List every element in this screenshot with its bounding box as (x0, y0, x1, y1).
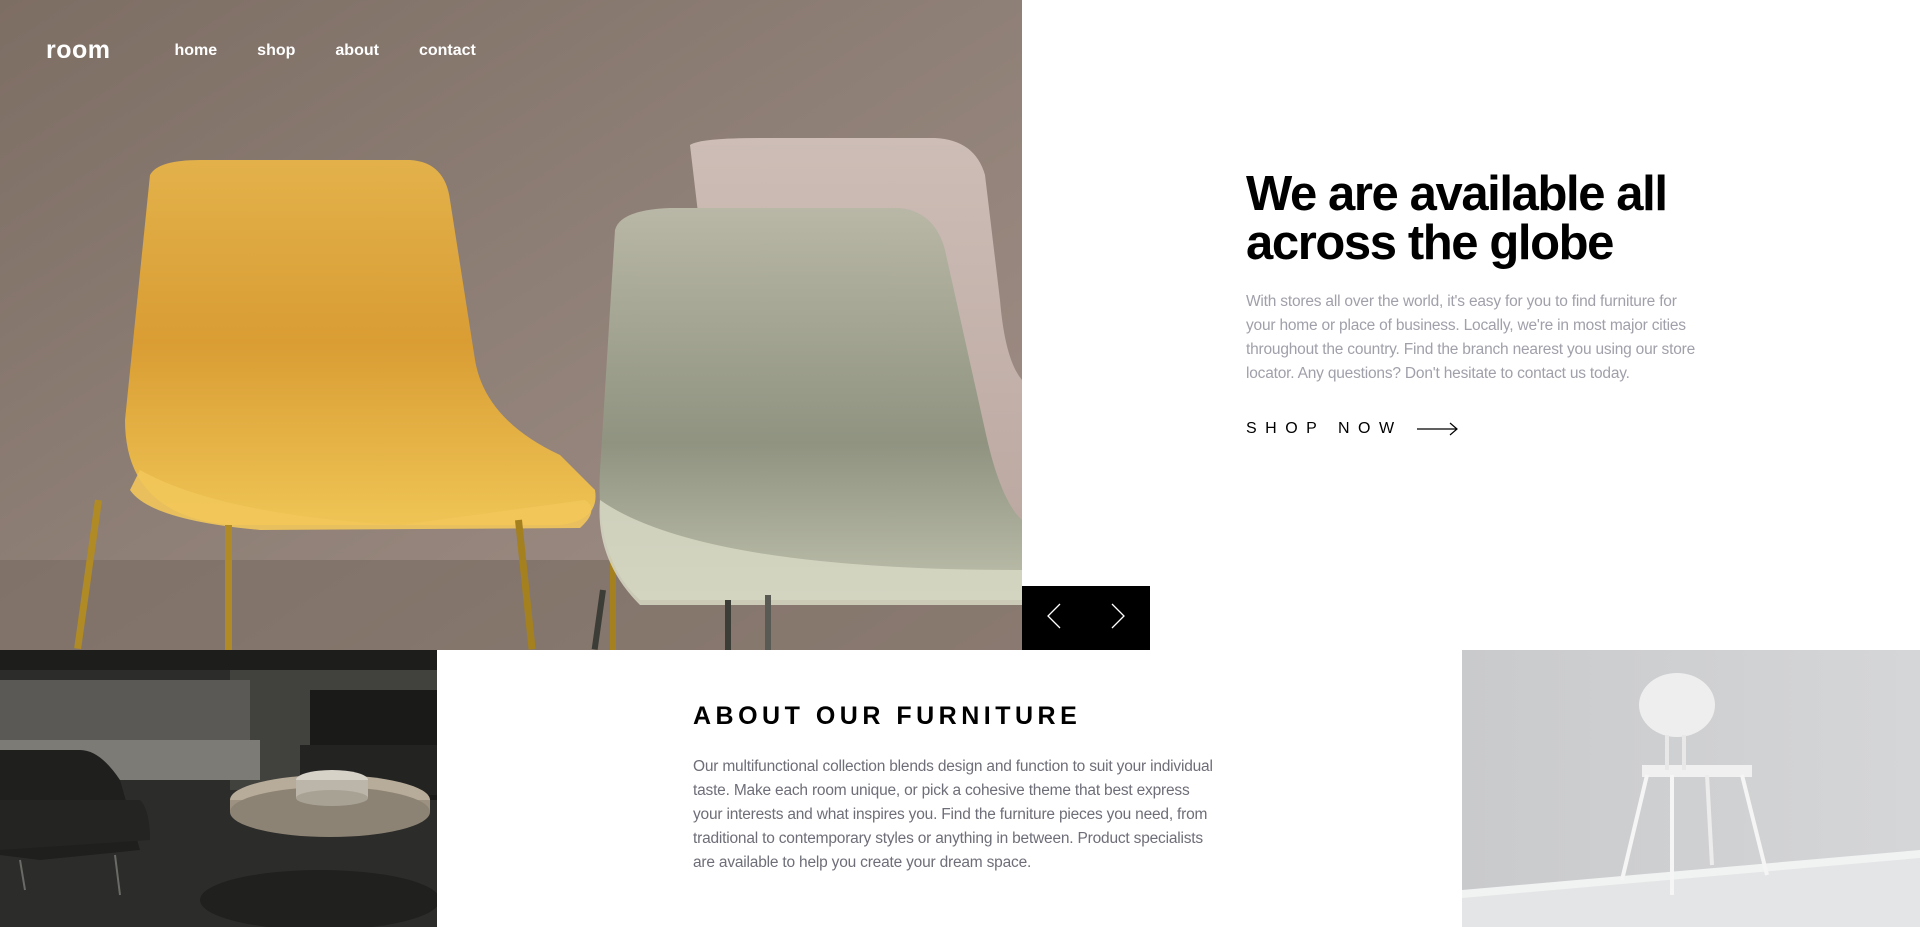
shop-now-button[interactable]: SHOP NOW (1246, 420, 1706, 438)
about-section: ABOUT OUR FURNITURE Our multifunctional … (693, 702, 1213, 875)
slider-next-button[interactable] (1086, 586, 1150, 650)
chevron-right-icon (1111, 603, 1125, 634)
logo[interactable]: room (46, 36, 111, 65)
nav-link-home[interactable]: home (175, 42, 218, 60)
arrow-right-icon (1416, 422, 1459, 436)
nav-link-shop[interactable]: shop (257, 42, 295, 60)
hero-title-line1: We are available all (1246, 167, 1668, 221)
about-description: Our multifunctional collection blends de… (693, 758, 1213, 871)
slider-controls (1022, 586, 1150, 650)
about-title: ABOUT OUR FURNITURE (693, 702, 1082, 730)
about-image-light (1462, 650, 1920, 927)
hero-text: We are available all across the globe Wi… (1246, 170, 1706, 438)
nav-link-contact[interactable]: contact (419, 42, 476, 60)
hero-description: With stores all over the world, it's eas… (1246, 293, 1696, 382)
page: room home shop about contact We are avai… (0, 0, 1920, 927)
about-image-dark (0, 650, 437, 927)
hero-title: We are available all across the globe (1246, 170, 1706, 268)
main-nav: room home shop about contact (46, 36, 516, 65)
hero-image (0, 0, 1022, 650)
chevron-left-icon (1047, 603, 1061, 634)
hero-title-line2: across the globe (1246, 216, 1614, 270)
shop-now-label: SHOP NOW (1246, 420, 1403, 437)
nav-link-about[interactable]: about (335, 42, 379, 60)
slider-prev-button[interactable] (1022, 586, 1086, 650)
